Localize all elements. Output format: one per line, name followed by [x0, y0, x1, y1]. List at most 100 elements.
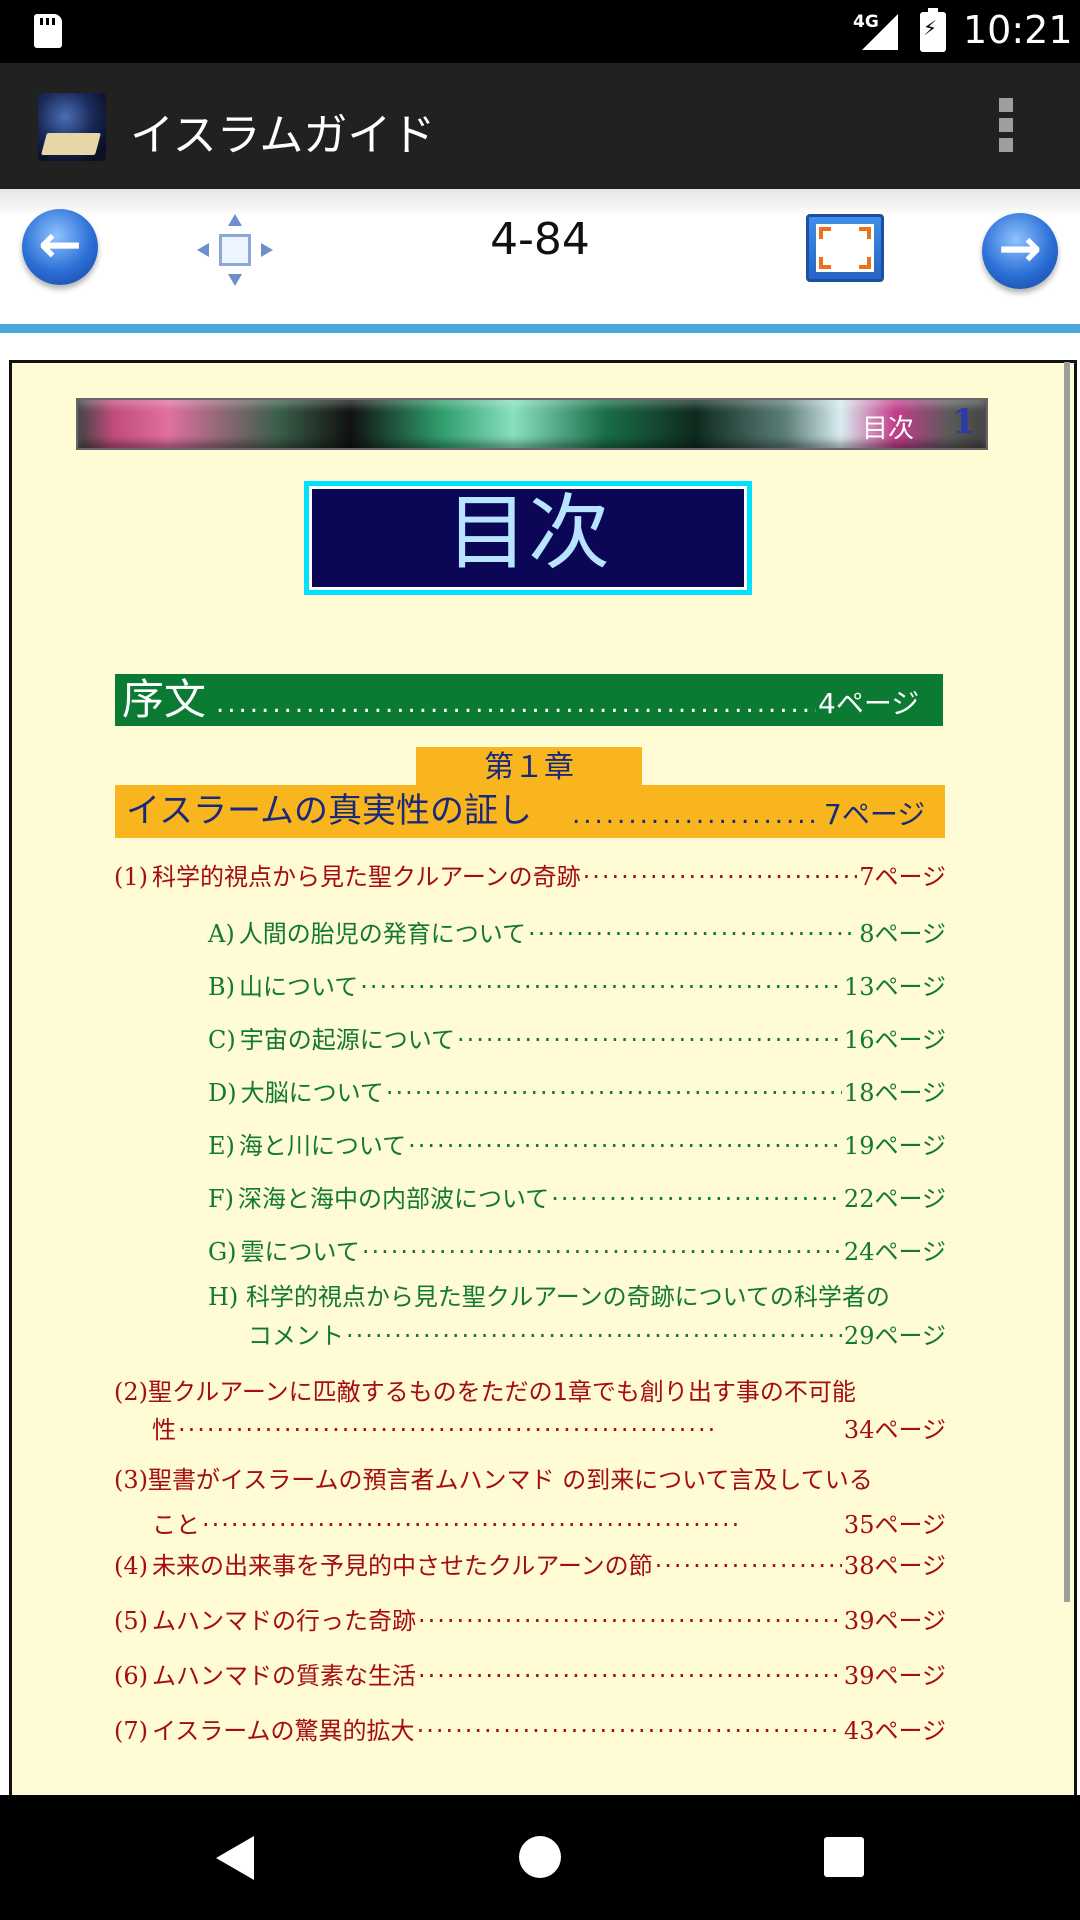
entry-page: 24: [843, 1238, 875, 1266]
chapter-title: イスラームの真実性の証し: [126, 791, 532, 831]
dot-leader: ········································…: [346, 1322, 842, 1350]
previous-page-button[interactable]: ←: [22, 209, 98, 285]
entry-number: (4): [114, 1552, 148, 1580]
recents-icon[interactable]: [824, 1837, 864, 1877]
app-title: イスラムガイド: [130, 110, 436, 161]
resize-icon[interactable]: [195, 212, 275, 288]
entry-page: 34: [843, 1416, 875, 1444]
arrow-left-icon: ←: [38, 215, 82, 275]
fullscreen-icon[interactable]: [806, 214, 884, 282]
toc-entry[interactable]: コメント ···································…: [248, 1319, 946, 1353]
toc-entry[interactable]: G) 雲について ·······························…: [208, 1235, 946, 1269]
entry-page-unit: ページ: [874, 1607, 946, 1635]
toc-entry-first-line[interactable]: H) 科学的視点から見た聖クルアーンの奇跡についての科学者の: [208, 1280, 890, 1314]
entry-page: 29: [843, 1322, 875, 1350]
toc-entry[interactable]: (4) 未来の出来事を予見的中させたクルアーンの節 ··············…: [114, 1549, 946, 1583]
toc-entry[interactable]: (5) ムハンマドの行った奇跡 ························…: [114, 1604, 946, 1638]
entry-page: 39: [843, 1607, 875, 1635]
entry-number: (3): [114, 1466, 148, 1494]
signal-icon: [862, 14, 898, 50]
section-banner: [76, 398, 988, 450]
dot-leader: ········································…: [418, 1662, 842, 1690]
toc-entry[interactable]: B) 山について ·······························…: [208, 970, 946, 1004]
entry-page-unit: ページ: [874, 1552, 946, 1580]
entry-number: (2): [114, 1378, 148, 1406]
entry-title-continued: こと: [152, 1511, 200, 1539]
entry-number: (7): [114, 1717, 148, 1745]
toc-entry[interactable]: D) 大脳について ······························…: [208, 1076, 946, 1110]
toc-entry[interactable]: A) 人間の胎児の発育について ························…: [208, 917, 946, 951]
toc-entry[interactable]: (1) 科学的視点から見た聖クルアーンの奇跡 ·················…: [114, 860, 946, 894]
toc-entry[interactable]: こと ·····································…: [152, 1508, 946, 1542]
toolbar-divider: [0, 324, 1080, 333]
sd-card-icon: [34, 14, 62, 48]
entry-title: 雲について: [240, 1238, 360, 1266]
toc-entry[interactable]: 性 ······································…: [152, 1413, 946, 1447]
toc-entry[interactable]: E) 海と川について ·····························…: [208, 1129, 946, 1163]
entry-number: C): [208, 1026, 236, 1054]
entry-number: G): [208, 1238, 237, 1266]
page-title-box: 目次: [304, 481, 752, 595]
scrollbar[interactable]: [1064, 362, 1070, 1602]
entry-page: 8: [859, 920, 875, 948]
entry-number: (5): [114, 1607, 148, 1635]
entry-page-unit: ページ: [874, 1717, 946, 1745]
entry-page-unit: ページ: [874, 1185, 946, 1213]
dot-leader: ········································…: [654, 1552, 842, 1580]
toc-entry[interactable]: C) 宇宙の起源について ···························…: [208, 1023, 946, 1057]
entry-page-unit: ページ: [874, 1416, 946, 1444]
preface-title: 序文: [122, 675, 207, 724]
entry-title: ムハンマドの行った奇跡: [152, 1607, 416, 1635]
dot-leader: ········································…: [416, 1717, 842, 1745]
entry-page: 43: [843, 1717, 875, 1745]
entry-title: イスラームの驚異的拡大: [152, 1717, 415, 1745]
entry-number: A): [208, 920, 235, 948]
clock: 10:21: [963, 8, 1073, 52]
next-page-button[interactable]: →: [982, 213, 1058, 289]
entry-page: 38: [843, 1552, 875, 1580]
banner-number: 1: [952, 402, 976, 442]
entry-number: B): [208, 973, 235, 1001]
entry-page-unit: ページ: [874, 863, 946, 891]
entry-page-unit: ページ: [874, 1238, 946, 1266]
entry-title-continued: コメント: [248, 1322, 344, 1350]
dot-leader: ....................................: [572, 800, 822, 830]
entry-page-unit: ページ: [874, 973, 946, 1001]
entry-page-unit: ページ: [874, 1322, 946, 1350]
home-icon[interactable]: [519, 1836, 561, 1878]
battery-charging-icon: [920, 8, 946, 52]
entry-number: E): [208, 1132, 235, 1160]
entry-title: 宇宙の起源について: [239, 1026, 456, 1054]
entry-page: 35: [843, 1511, 875, 1539]
toc-entry-first-line[interactable]: (2)聖クルアーンに匹敵するものをただの1章でも創り出す事の不可能: [114, 1375, 856, 1409]
entry-page-unit: ページ: [874, 1511, 946, 1539]
preface-page: 4ページ: [818, 687, 920, 720]
dot-leader: ········································…: [178, 1416, 718, 1444]
entry-number: F): [208, 1185, 235, 1213]
back-icon[interactable]: [216, 1836, 254, 1880]
entry-title-continued: 性: [152, 1416, 176, 1444]
entry-page: 16: [843, 1026, 875, 1054]
app-logo-icon: [38, 93, 106, 161]
page-title: 目次: [312, 489, 744, 587]
entry-title: 大脳について: [240, 1079, 384, 1107]
dot-leader: ········································…: [418, 1607, 842, 1635]
entry-page-unit: ページ: [874, 1132, 946, 1160]
arrow-right-icon: →: [998, 219, 1042, 279]
entry-title: 海と川について: [238, 1132, 407, 1160]
banner-label: 目次: [862, 414, 915, 444]
entry-number: D): [208, 1079, 237, 1107]
overflow-menu-icon[interactable]: [995, 98, 1017, 158]
entry-page: 19: [843, 1132, 875, 1160]
entry-page-unit: ページ: [874, 1079, 946, 1107]
entry-title: 深海と海中の内部波について: [238, 1185, 550, 1213]
toc-entry[interactable]: (7) イスラームの驚異的拡大 ························…: [114, 1714, 946, 1748]
entry-page: 39: [843, 1662, 875, 1690]
toc-entry[interactable]: F) 深海と海中の内部波について ·······················…: [208, 1182, 946, 1216]
entry-title: ムハンマドの質素な生活: [152, 1662, 416, 1690]
dot-leader: ········································…: [408, 1132, 842, 1160]
toc-entry-first-line[interactable]: (3)聖書がイスラームの預言者ムハンマド の到来について言及している: [114, 1463, 873, 1497]
chapter-tab: 第１章: [416, 747, 642, 787]
toc-entry[interactable]: (6) ムハンマドの質素な生活 ························…: [114, 1659, 946, 1693]
entry-page-unit: ページ: [874, 920, 946, 948]
